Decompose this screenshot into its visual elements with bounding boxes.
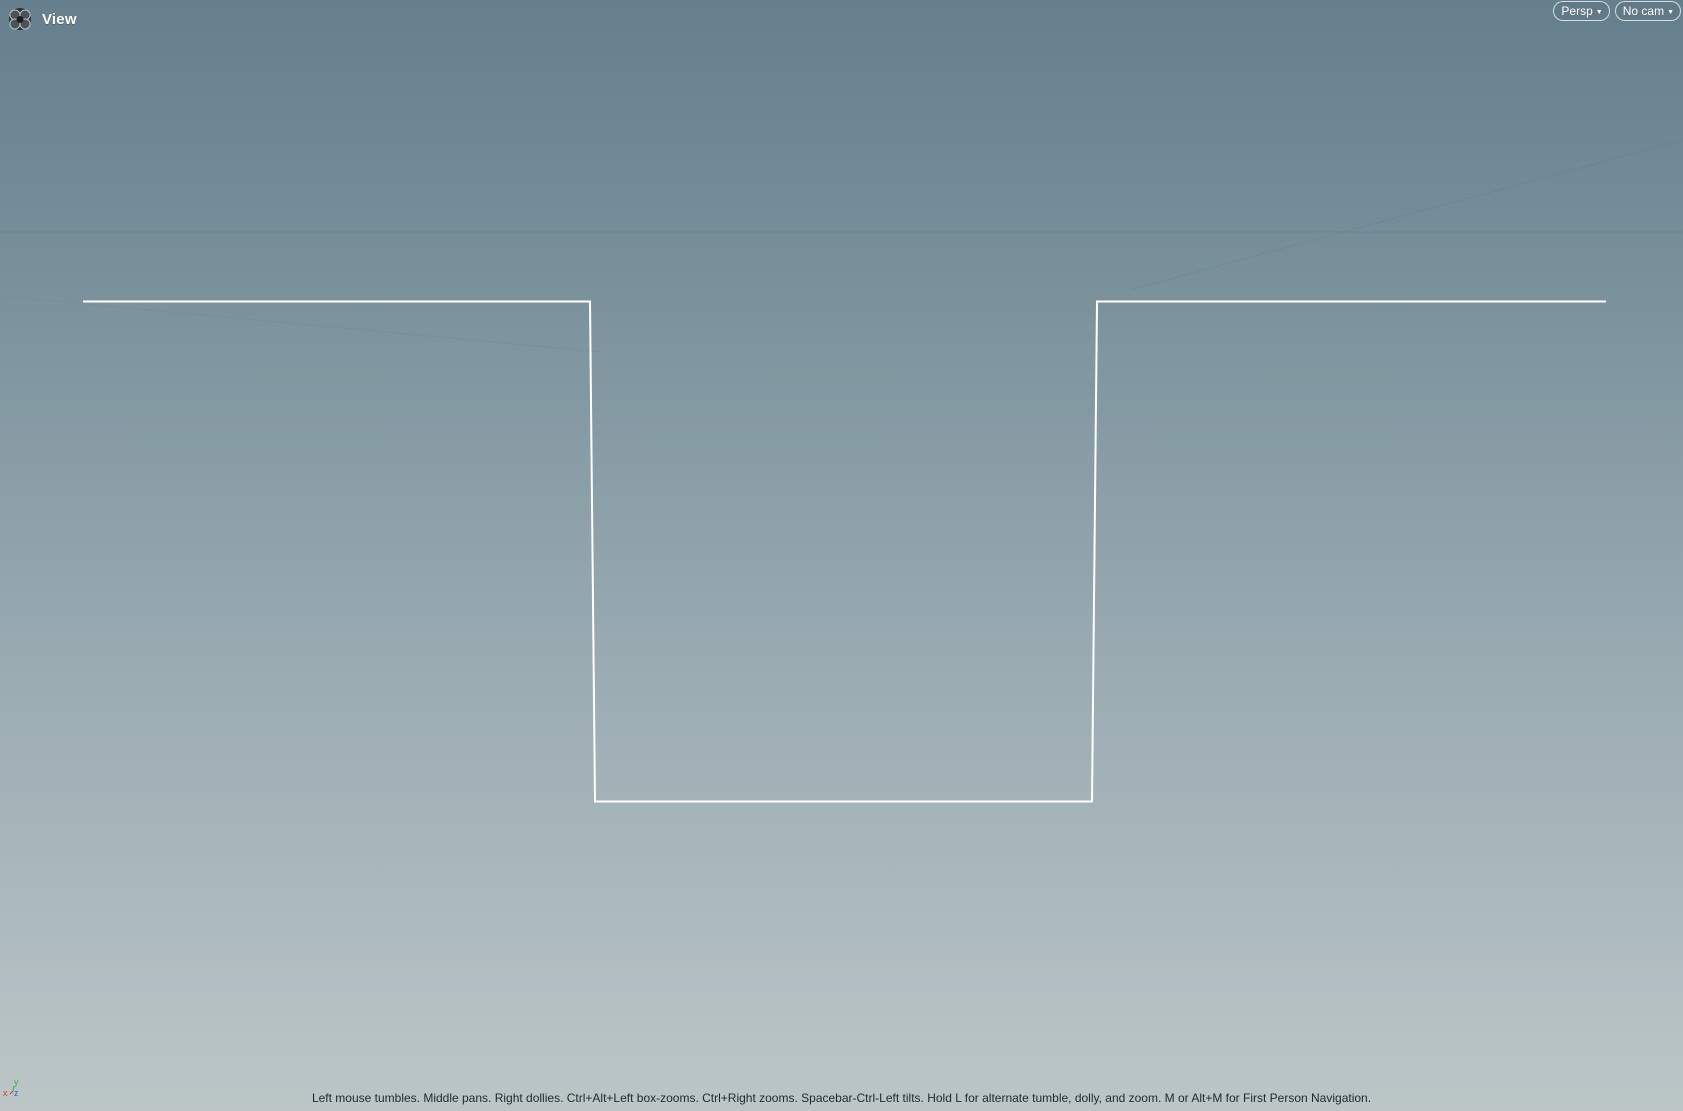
profile-curve[interactable]: [83, 300, 1606, 803]
camera-dropdown[interactable]: No cam ▼: [1614, 1, 1681, 21]
houdini-logo-icon[interactable]: [6, 5, 34, 33]
axis-y-label: y: [14, 1077, 19, 1087]
navigation-hint: Left mouse tumbles. Middle pans. Right d…: [311, 1091, 1372, 1105]
grid-line: [0, 295, 601, 353]
dropdown-caret-icon: ▼: [1595, 8, 1603, 16]
scene-canvas[interactable]: [0, 0, 1683, 1111]
persp-dropdown[interactable]: Persp ▼: [1553, 1, 1610, 21]
camera-dropdown-label: No cam: [1622, 4, 1665, 18]
dropdown-caret-icon: ▼: [1667, 8, 1674, 16]
persp-dropdown-label: Persp: [1561, 4, 1593, 18]
viewport-title: View: [42, 10, 77, 28]
viewport-header: View: [6, 5, 77, 33]
grid-line: [1129, 139, 1683, 291]
camera-controls: Persp ▼ No cam ▼: [1553, 1, 1681, 21]
scene-viewport[interactable]: View Persp ▼ No cam ▼ y x z Left mouse t…: [0, 0, 1683, 1111]
